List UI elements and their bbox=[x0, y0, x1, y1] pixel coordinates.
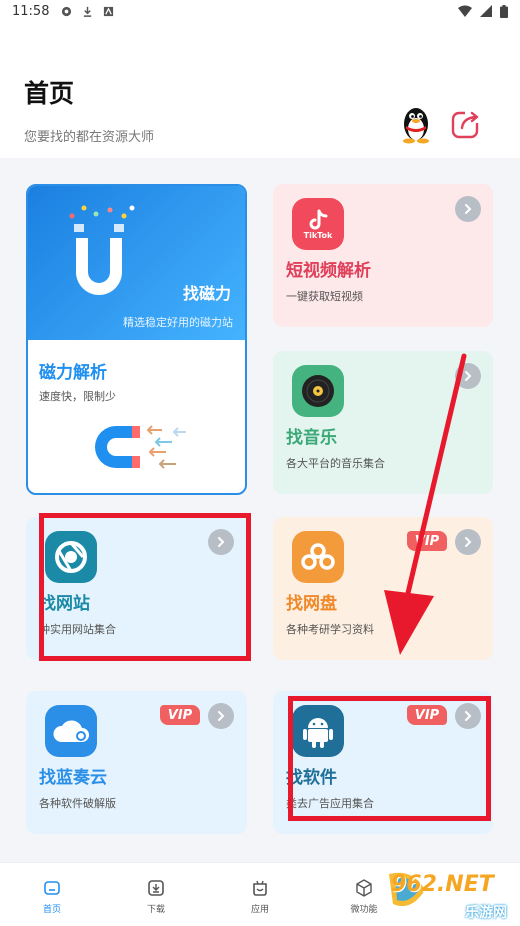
nav-label-download: 下载 bbox=[146, 905, 165, 915]
cloud-drive-icon bbox=[292, 531, 344, 583]
music-arrow-button[interactable] bbox=[455, 363, 481, 389]
website-card-desc: 种实用网站集合 bbox=[39, 623, 116, 636]
music-note-icon bbox=[309, 209, 328, 229]
software-vip-badge: VIP bbox=[407, 705, 447, 725]
watermark-brand: 962.NET bbox=[391, 872, 494, 897]
notification-icon bbox=[62, 6, 72, 16]
app-status-icon bbox=[104, 6, 114, 16]
page-subtitle: 您要找的都在资源大师 bbox=[24, 130, 155, 145]
nav-item-download[interactable]: 下载 bbox=[104, 863, 208, 926]
music-card-desc: 各大平台的音乐集合 bbox=[286, 457, 385, 470]
home-icon bbox=[44, 881, 60, 895]
tiktok-icon: TikTok bbox=[292, 198, 344, 250]
status-bar: 11:58 bbox=[0, 0, 520, 22]
software-card[interactable]: VIP 找软件 类去广告应用集合 bbox=[273, 691, 493, 834]
netdisk-arrow-button[interactable] bbox=[455, 529, 481, 555]
website-card-title: 找网站 bbox=[39, 594, 90, 614]
software-card-desc: 类去广告应用集合 bbox=[286, 797, 374, 810]
chevron-right-icon bbox=[218, 537, 225, 547]
page-title: 首页 bbox=[24, 79, 75, 108]
site-watermark-logo: 962.NET 乐游网 bbox=[385, 868, 515, 926]
share-icon[interactable] bbox=[450, 108, 482, 140]
download-status-icon bbox=[84, 6, 92, 17]
music-card-title: 找音乐 bbox=[286, 428, 337, 448]
nav-item-home[interactable]: 首页 bbox=[0, 863, 104, 926]
browser-icon bbox=[45, 531, 97, 583]
lanzou-card-title: 找蓝奏云 bbox=[39, 768, 107, 788]
qq-penguin-icon[interactable] bbox=[398, 102, 434, 144]
nav-label-home: 首页 bbox=[42, 905, 61, 915]
chevron-right-icon bbox=[465, 537, 472, 547]
lanzou-card[interactable]: VIP 找蓝奏云 各种软件破解版 bbox=[26, 691, 247, 834]
music-card[interactable]: 找音乐 各大平台的音乐集合 bbox=[273, 351, 493, 494]
netdisk-card[interactable]: VIP 找网盘 各种考研学习资料 bbox=[273, 517, 493, 660]
cube-icon bbox=[356, 879, 372, 897]
chevron-right-icon bbox=[465, 371, 472, 381]
lanzou-card-desc: 各种软件破解版 bbox=[39, 797, 116, 810]
status-time: 11:58 bbox=[12, 3, 50, 19]
chevron-right-icon bbox=[465, 711, 472, 721]
wifi-icon bbox=[458, 5, 472, 17]
short-video-arrow-button[interactable] bbox=[455, 196, 481, 222]
netdisk-vip-badge: VIP bbox=[407, 531, 447, 551]
nav-label-micro-functions: 微功能 bbox=[350, 905, 378, 915]
short-video-card[interactable]: TikTok 短视频解析 一键获取短视频 bbox=[273, 184, 493, 327]
netdisk-card-title: 找网盘 bbox=[286, 594, 337, 614]
cloud-icon bbox=[45, 705, 97, 757]
download-icon bbox=[148, 880, 164, 896]
apps-icon bbox=[253, 880, 267, 896]
netdisk-card-desc: 各种考研学习资料 bbox=[286, 623, 374, 636]
magnet-card-title: 磁力解析 bbox=[39, 363, 107, 383]
lanzou-arrow-button[interactable] bbox=[208, 703, 234, 729]
android-icon bbox=[292, 705, 344, 757]
vinyl-record-icon bbox=[292, 365, 344, 417]
tiktok-icon-label: TikTok bbox=[303, 230, 333, 240]
header: 首页 您要找的都在资源大师 bbox=[0, 22, 520, 158]
watermark-sub: 乐游网 bbox=[465, 905, 507, 921]
magnet-banner-desc: 精选稳定好用的磁力站 bbox=[123, 316, 233, 329]
nav-item-apps[interactable]: 应用 bbox=[208, 863, 312, 926]
chevron-right-icon bbox=[465, 204, 472, 214]
battery-icon bbox=[500, 4, 508, 18]
magnet-card[interactable]: 找磁力 精选稳定好用的磁力站 磁力解析 速度快，限制少 bbox=[26, 184, 247, 495]
magnet-card-banner: 找磁力 精选稳定好用的磁力站 bbox=[28, 186, 245, 340]
chevron-right-icon bbox=[218, 711, 225, 721]
short-video-card-title: 短视频解析 bbox=[286, 261, 371, 281]
lanzou-vip-badge: VIP bbox=[160, 705, 200, 725]
short-video-card-desc: 一键获取短视频 bbox=[286, 290, 363, 303]
signal-icon bbox=[480, 5, 492, 17]
software-arrow-button[interactable] bbox=[455, 703, 481, 729]
magnet-card-desc: 速度快，限制少 bbox=[39, 390, 116, 403]
magnet-banner-title: 找磁力 bbox=[182, 284, 231, 303]
website-arrow-button[interactable] bbox=[208, 529, 234, 555]
website-card[interactable]: 找网站 种实用网站集合 bbox=[26, 517, 247, 660]
magnet-attract-icon bbox=[95, 425, 186, 469]
software-card-title: 找软件 bbox=[286, 768, 337, 788]
nav-label-apps: 应用 bbox=[250, 905, 269, 915]
magnet-icon bbox=[69, 205, 135, 295]
